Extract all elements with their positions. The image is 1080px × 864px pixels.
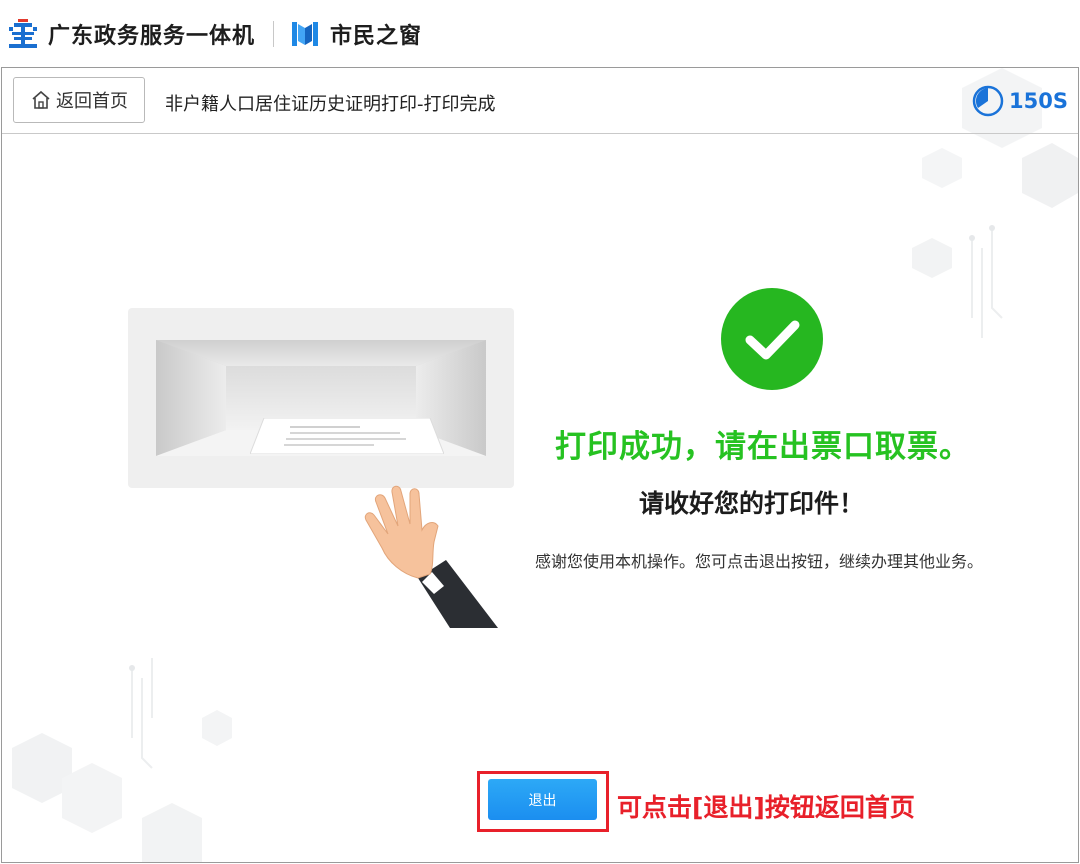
main-frame: 返回首页 非户籍人口居住证历史证明打印-打印完成 150S 打印成功，请在出票口… bbox=[1, 67, 1079, 863]
printer-slot-illustration bbox=[128, 308, 514, 488]
window-logo-icon bbox=[292, 22, 319, 46]
background-decoration-bottom-left bbox=[12, 658, 232, 862]
brand-divider bbox=[273, 21, 275, 47]
brand-name: 广东政务服务一体机 bbox=[48, 24, 256, 49]
brand-group: 广东政务服务一体机 市民之窗 bbox=[6, 16, 422, 52]
exit-button[interactable]: 退出 bbox=[488, 779, 597, 820]
hand-icon bbox=[364, 485, 498, 628]
countdown-timer: 150S bbox=[971, 84, 1068, 118]
timer-value: 150S bbox=[1009, 89, 1068, 113]
title-bar: 返回首页 非户籍人口居住证历史证明打印-打印完成 150S bbox=[2, 68, 1078, 134]
brand-bar: 广东政务服务一体机 市民之窗 bbox=[0, 0, 1080, 66]
success-tip: 感谢您使用本机操作。您可点击退出按钮，继续办理其他业务。 bbox=[535, 552, 984, 571]
success-headline: 打印成功，请在出票口取票。 bbox=[555, 429, 971, 465]
exit-hint-annotation: 可点击[退出]按钮返回首页 bbox=[617, 793, 915, 822]
checkmark-icon bbox=[721, 288, 823, 390]
page-title: 非户籍人口居住证历史证明打印-打印完成 bbox=[165, 94, 496, 115]
gov-logo-icon bbox=[9, 19, 37, 48]
home-button[interactable]: 返回首页 bbox=[13, 77, 145, 123]
printer-slot-opening bbox=[156, 340, 486, 456]
home-button-label: 返回首页 bbox=[56, 91, 128, 112]
printed-paper bbox=[250, 418, 444, 454]
brand-sub-name: 市民之窗 bbox=[330, 24, 423, 49]
clock-icon bbox=[972, 85, 1004, 117]
success-subline: 请收好您的打印件！ bbox=[639, 489, 865, 518]
home-icon bbox=[32, 90, 50, 109]
